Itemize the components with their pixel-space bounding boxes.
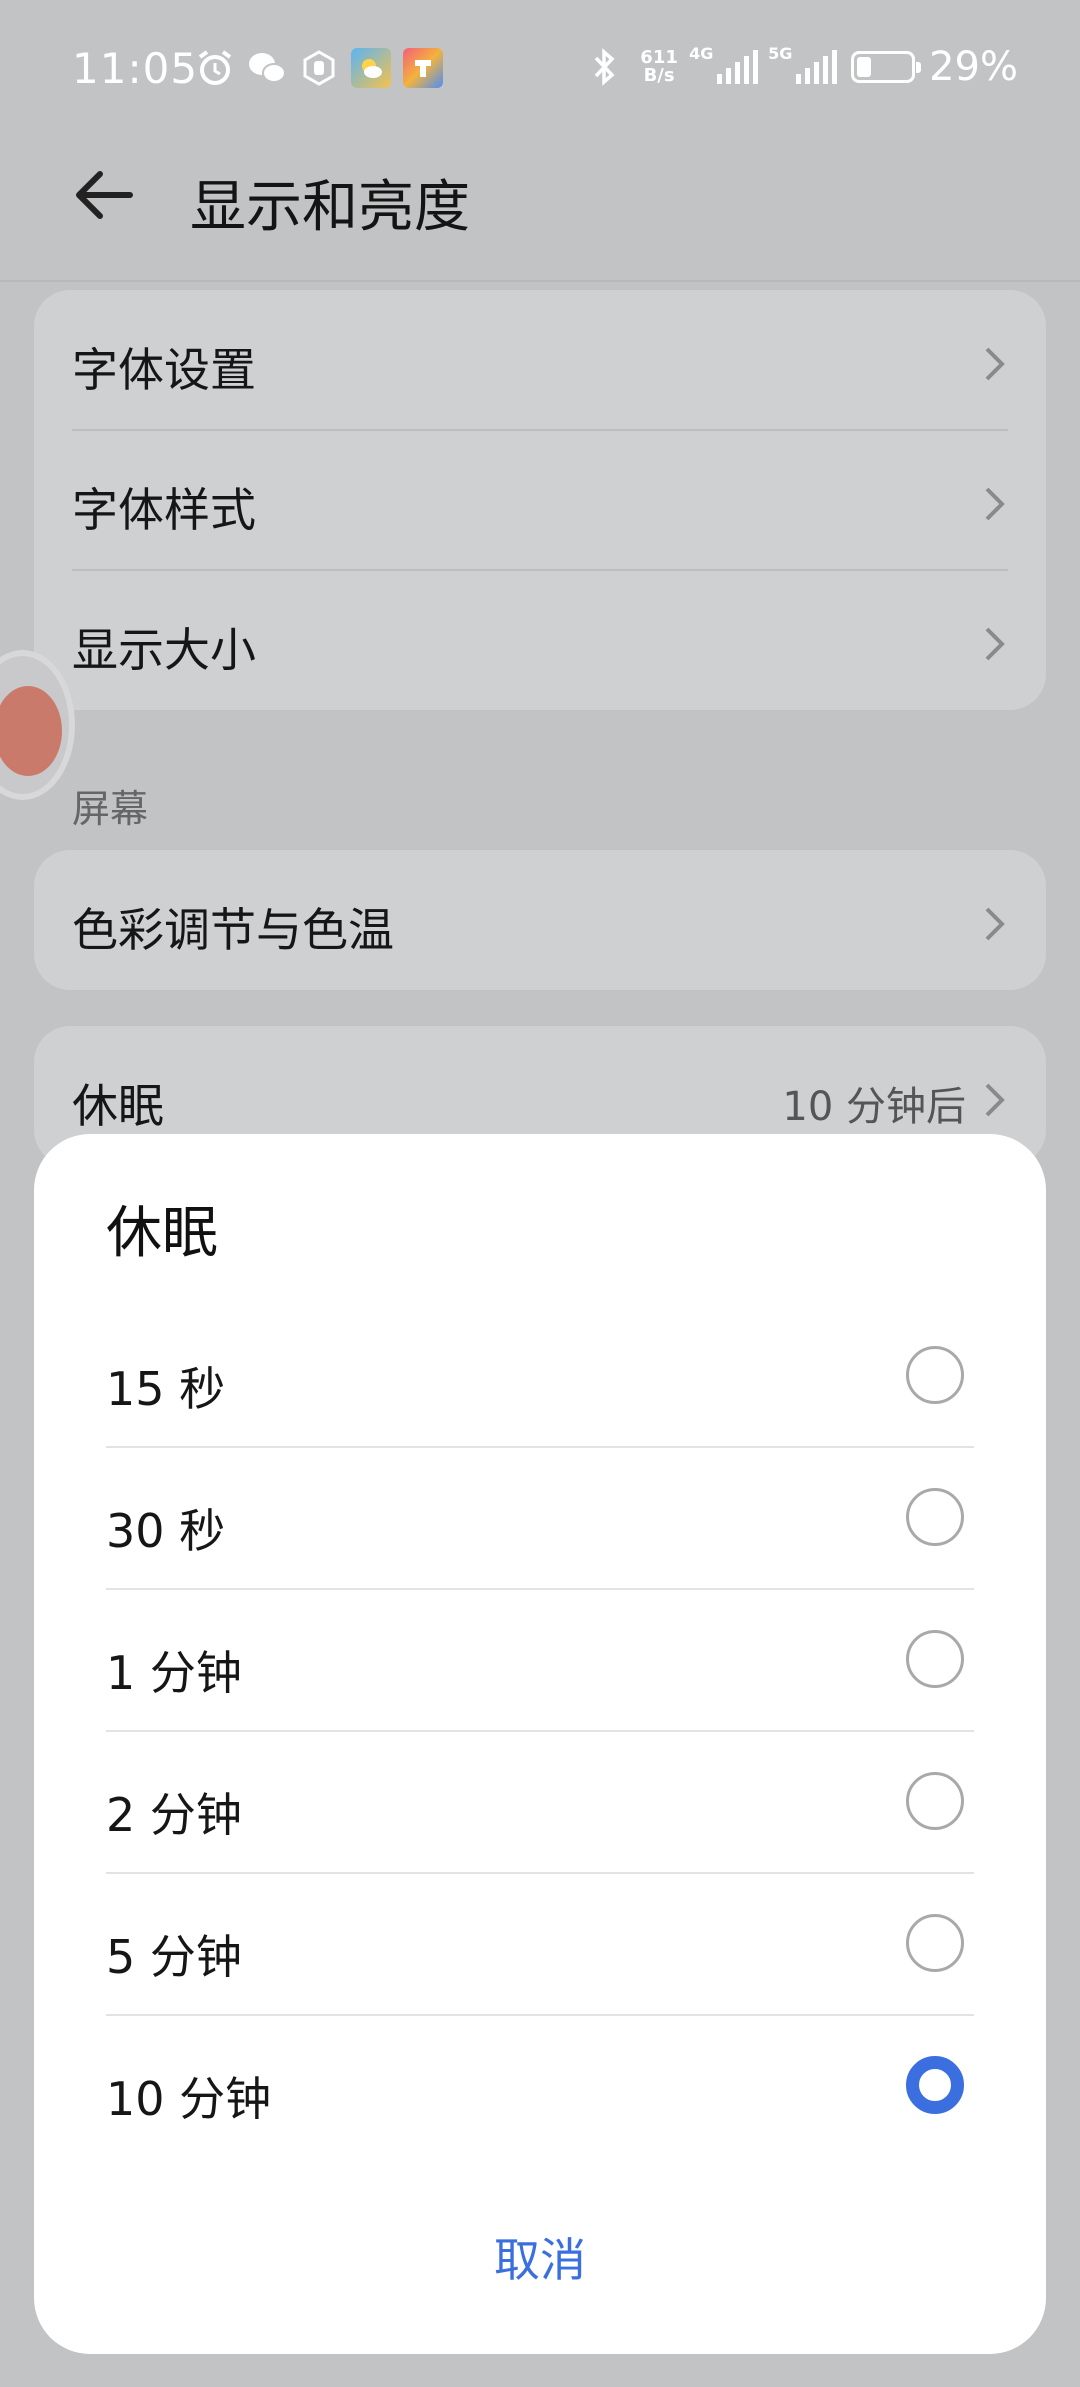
option-5-minutes[interactable]: 5 分钟 bbox=[106, 1873, 974, 2014]
screen-card: 色彩调节与色温 bbox=[34, 850, 1046, 990]
list-item-display-size[interactable]: 显示大小 bbox=[34, 570, 1046, 710]
shield-hand-icon bbox=[299, 48, 339, 88]
chevron-right-icon bbox=[985, 627, 1005, 661]
bluetooth-icon bbox=[585, 47, 625, 87]
radio-button[interactable] bbox=[906, 1488, 964, 1546]
radio-button[interactable] bbox=[906, 1630, 964, 1688]
sleep-value: 10 分钟后 bbox=[782, 1084, 966, 1130]
sim2-label: 5G bbox=[768, 44, 793, 63]
option-15-seconds[interactable]: 15 秒 bbox=[106, 1305, 974, 1446]
weather-app-icon bbox=[351, 48, 391, 88]
section-label-screen: 屏幕 bbox=[72, 787, 149, 831]
option-label: 5 分钟 bbox=[106, 1930, 242, 1984]
status-right-group: 611 B/s 4G 5G 29% bbox=[585, 44, 1018, 90]
option-label: 2 分钟 bbox=[106, 1788, 242, 1842]
radio-button-selected[interactable] bbox=[906, 2056, 964, 2114]
chevron-right-icon bbox=[985, 907, 1005, 941]
radio-button[interactable] bbox=[906, 1772, 964, 1830]
cancel-button[interactable]: 取消 bbox=[34, 2224, 1046, 2304]
option-label: 30 秒 bbox=[106, 1504, 226, 1558]
radio-button[interactable] bbox=[906, 1346, 964, 1404]
wechat-icon bbox=[247, 48, 287, 88]
chevron-right-icon bbox=[985, 487, 1005, 521]
battery-icon bbox=[851, 51, 922, 83]
list-item-font-style[interactable]: 字体样式 bbox=[34, 430, 1046, 570]
option-10-minutes[interactable]: 10 分钟 bbox=[106, 2015, 974, 2156]
status-bar: 11:05 611 B/s 4G 5G 29% bbox=[0, 0, 1080, 140]
header-divider bbox=[0, 280, 1080, 282]
sleep-dialog: 休眠 15 秒 30 秒 1 分钟 2 分钟 5 分钟 10 分钟 取消 bbox=[34, 1134, 1046, 2354]
option-2-minutes[interactable]: 2 分钟 bbox=[106, 1731, 974, 1872]
option-30-seconds[interactable]: 30 秒 bbox=[106, 1447, 974, 1588]
list-item-font-settings[interactable]: 字体设置 bbox=[34, 290, 1046, 430]
chevron-right-icon bbox=[985, 347, 1005, 381]
dialog-title: 休眠 bbox=[106, 1201, 218, 1266]
signal-sim1-icon: 4G bbox=[689, 44, 759, 84]
option-label: 15 秒 bbox=[106, 1362, 226, 1416]
status-time: 11:05 bbox=[72, 44, 199, 93]
list-item-label: 字体样式 bbox=[72, 483, 256, 537]
list-item-label: 显示大小 bbox=[72, 623, 256, 677]
battery-percent: 29% bbox=[929, 44, 1018, 90]
list-item-color-temperature[interactable]: 色彩调节与色温 bbox=[34, 850, 1046, 990]
notification-icons bbox=[195, 48, 443, 88]
sim1-label: 4G bbox=[689, 44, 714, 63]
option-1-minute[interactable]: 1 分钟 bbox=[106, 1589, 974, 1730]
network-speed: 611 B/s bbox=[639, 49, 679, 85]
option-label: 10 分钟 bbox=[106, 2072, 272, 2126]
chevron-right-icon bbox=[985, 1083, 1005, 1117]
app-store-icon bbox=[403, 48, 443, 88]
font-settings-card: 字体设置 字体样式 显示大小 bbox=[34, 290, 1046, 710]
list-item-label: 字体设置 bbox=[72, 343, 256, 397]
alarm-icon bbox=[195, 48, 235, 88]
list-item-label: 色彩调节与色温 bbox=[72, 903, 394, 957]
page-title: 显示和亮度 bbox=[190, 175, 470, 240]
network-speed-unit: B/s bbox=[643, 65, 675, 86]
radio-button[interactable] bbox=[906, 1914, 964, 1972]
signal-sim2-icon: 5G bbox=[768, 44, 838, 84]
back-arrow-icon[interactable] bbox=[70, 160, 140, 230]
option-label: 1 分钟 bbox=[106, 1646, 242, 1700]
list-item-label: 休眠 bbox=[72, 1079, 164, 1133]
